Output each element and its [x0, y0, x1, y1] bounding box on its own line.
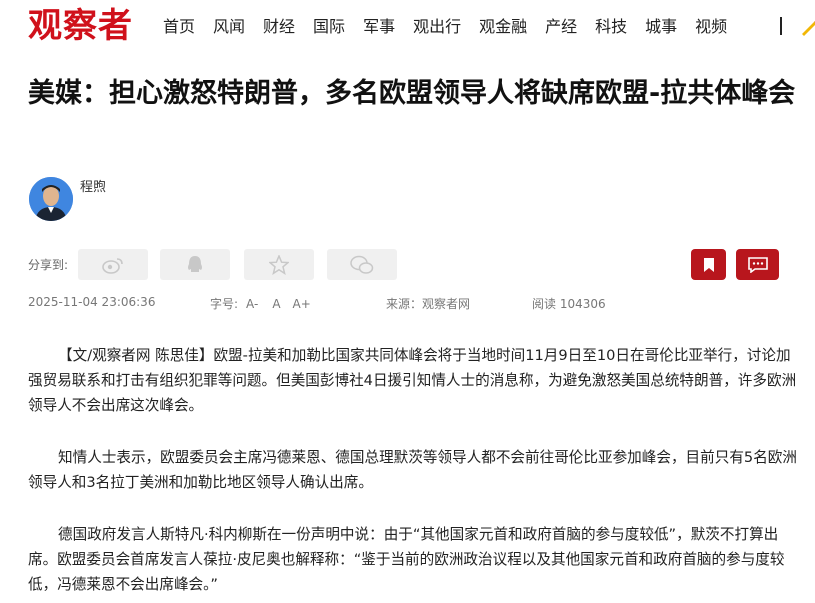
bookmark-button[interactable]: [691, 249, 726, 280]
font-size-label: 字号:: [210, 297, 239, 311]
nav-item-city[interactable]: 城事: [645, 15, 677, 39]
nav-item-military[interactable]: 军事: [363, 15, 395, 39]
comment-icon: [747, 256, 768, 273]
star-icon: [269, 254, 289, 275]
nav-item-video[interactable]: 视频: [695, 15, 727, 39]
nav-divider: [780, 17, 782, 35]
nav-item-industry[interactable]: 产经: [545, 15, 577, 39]
font-increase-button[interactable]: A+: [293, 297, 311, 311]
article-paragraph: 德国政府发言人斯特凡·科内柳斯在一份声明中说：由于“其他国家元首和政府首脑的参与…: [28, 526, 785, 593]
view-count: 阅读 104306: [532, 297, 606, 311]
publish-date: 2025-11-04 23:06:36: [28, 295, 156, 309]
font-decrease-button[interactable]: A-: [246, 297, 258, 311]
menu-pencil-icon[interactable]: [800, 18, 815, 36]
author-name[interactable]: 程煦: [80, 176, 106, 195]
comment-button[interactable]: [736, 249, 779, 280]
nav-item-international[interactable]: 国际: [313, 15, 345, 39]
top-navigation-bar: 观察者 首页 风闻 财经 国际 军事 观出行 观金融 产经 科技 城事 视频: [0, 0, 815, 52]
nav-item-home[interactable]: 首页: [163, 15, 195, 39]
bookmark-icon: [703, 257, 714, 272]
nav-item-tech[interactable]: 科技: [595, 15, 627, 39]
share-qq-button[interactable]: [160, 249, 230, 280]
site-logo[interactable]: 观察者: [28, 4, 133, 48]
nav-item-fengwen[interactable]: 风闻: [213, 15, 245, 39]
nav-item-guan-finance[interactable]: 观金融: [479, 15, 527, 39]
share-qzone-button[interactable]: [244, 249, 314, 280]
article-title: 美媒：担心激怒特朗普，多名欧盟领导人将缺席欧盟-拉共体峰会: [28, 78, 796, 109]
qq-icon: [188, 255, 202, 272]
main-nav: 首页 风闻 财经 国际 军事 观出行 观金融 产经 科技 城事 视频: [163, 15, 745, 39]
nav-item-travel[interactable]: 观出行: [413, 15, 461, 39]
wechat-icon: [350, 255, 374, 274]
article-paragraph: 【文/观察者网 陈思佳】欧盟-拉美和加勒比国家共同体峰会将于当地时间11月9日至…: [28, 347, 797, 414]
share-weibo-button[interactable]: [78, 249, 148, 280]
nav-item-finance[interactable]: 财经: [263, 15, 295, 39]
weibo-icon: [102, 257, 123, 274]
share-wechat-button[interactable]: [327, 249, 397, 280]
share-label: 分享到:: [28, 258, 69, 272]
article-source: 来源：观察者网: [386, 297, 471, 311]
font-size-controls: 字号: A- A A+: [210, 295, 311, 312]
article-paragraph: 知情人士表示，欧盟委员会主席冯德莱恩、德国总理默茨等领导人都不会前往哥伦比亚参加…: [28, 449, 797, 491]
font-default-button[interactable]: A: [272, 297, 280, 311]
author-avatar[interactable]: [29, 177, 73, 221]
